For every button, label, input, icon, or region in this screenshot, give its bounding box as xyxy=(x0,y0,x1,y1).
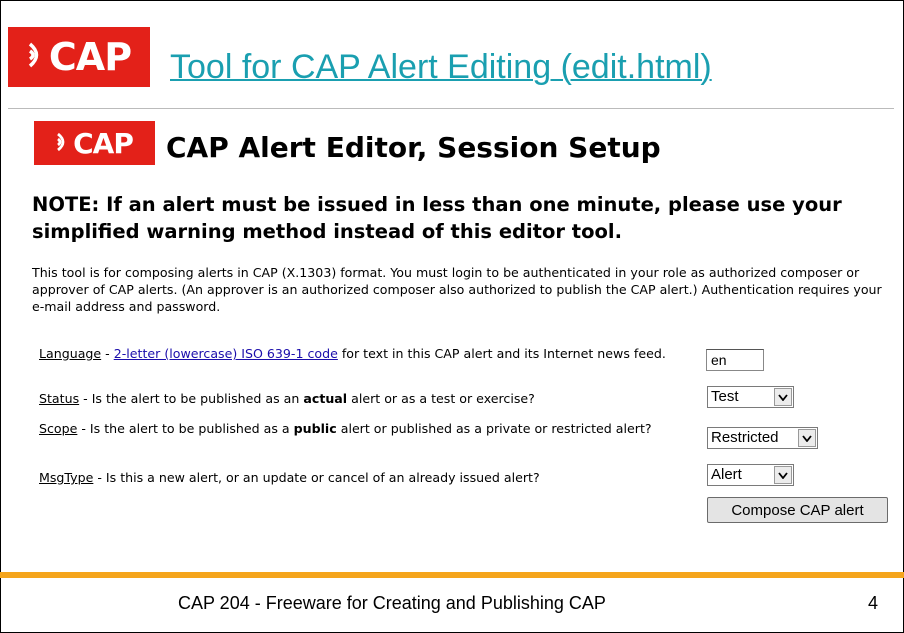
status-description: Status - Is the alert to be published as… xyxy=(39,391,535,406)
language-input[interactable] xyxy=(706,349,764,371)
editor-logo-text: CAP xyxy=(73,126,134,160)
cap-logo-text: CAP xyxy=(48,35,132,79)
scope-select[interactable]: Restricted xyxy=(707,427,818,449)
page-number: 4 xyxy=(868,593,879,613)
editor-title: CAP Alert Editor, Session Setup xyxy=(166,131,661,164)
footer-bar xyxy=(0,572,904,578)
editor-cap-logo: CAP xyxy=(34,121,155,165)
chevron-down-icon[interactable] xyxy=(798,429,816,447)
broadcast-wave-icon xyxy=(56,127,71,160)
slide-frame xyxy=(0,0,904,633)
compose-cap-alert-button[interactable]: Compose CAP alert xyxy=(707,497,888,523)
intro-text: This tool is for composing alerts in CAP… xyxy=(32,265,882,314)
status-select[interactable]: Test xyxy=(707,386,794,408)
iso-639-link[interactable]: 2-letter (lowercase) ISO 639-1 code xyxy=(114,346,338,361)
chevron-down-icon[interactable] xyxy=(774,388,792,406)
language-label: Language xyxy=(39,346,102,361)
msgtype-label: MsgType xyxy=(39,470,94,485)
slide-footer: CAP 204 - Freeware for Creating and Publ… xyxy=(178,593,606,613)
broadcast-wave-icon xyxy=(27,35,47,79)
msgtype-description: MsgType - Is this a new alert, or an upd… xyxy=(39,470,540,485)
status-value: Test xyxy=(711,388,739,405)
scope-label: Scope xyxy=(39,421,78,436)
status-label: Status xyxy=(39,391,80,406)
cap-logo: CAP xyxy=(8,27,150,87)
warning-note: NOTE: If an alert must be issued in less… xyxy=(32,193,842,243)
msgtype-select[interactable]: Alert xyxy=(707,464,794,486)
scope-description: Scope - Is the alert to be published as … xyxy=(39,421,652,436)
divider xyxy=(8,108,894,109)
language-description: Language - 2-letter (lowercase) ISO 639-… xyxy=(39,346,666,361)
chevron-down-icon[interactable] xyxy=(774,466,792,484)
scope-value: Restricted xyxy=(711,429,779,446)
slide-title[interactable]: Tool for CAP Alert Editing (edit.html) xyxy=(170,48,712,87)
msgtype-value: Alert xyxy=(711,466,742,483)
